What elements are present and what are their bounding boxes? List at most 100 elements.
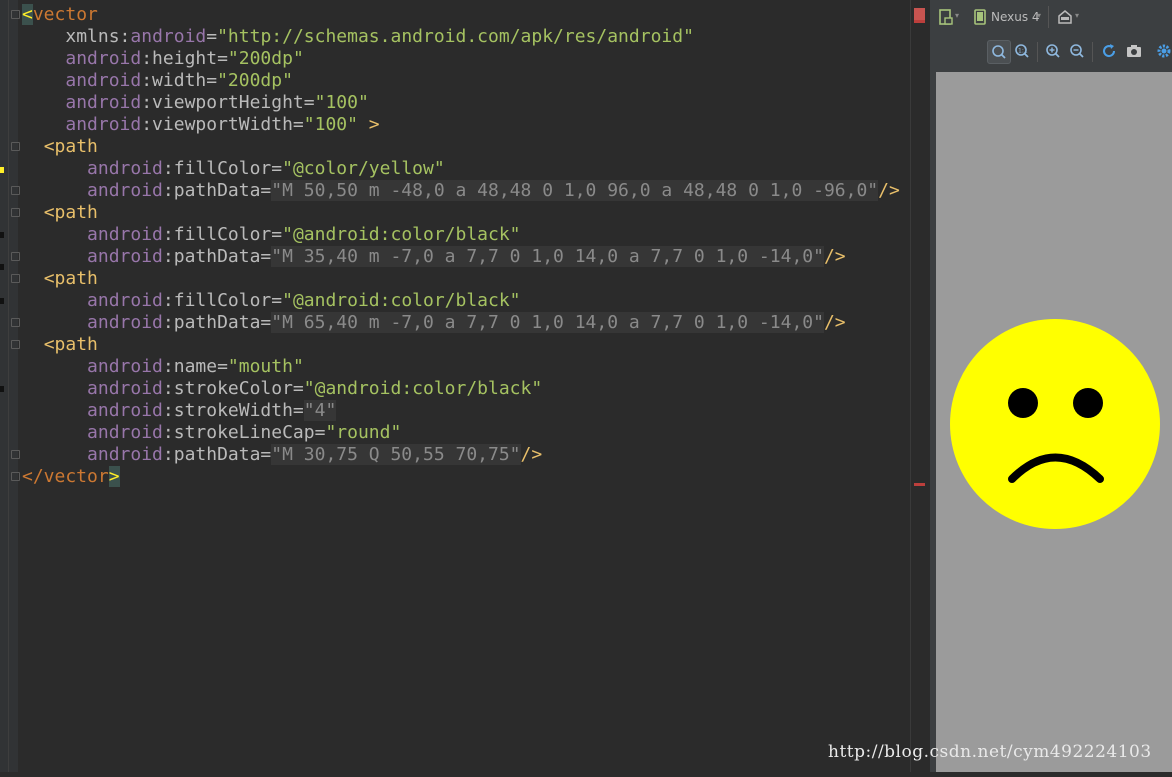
code-line[interactable]: android:fillColor="@android:color/black" — [22, 290, 900, 312]
code-line[interactable]: android:viewportHeight="100" — [22, 92, 900, 114]
settings-icon[interactable] — [1156, 43, 1172, 59]
code-token: vector — [32, 4, 98, 25]
code-line[interactable]: <path — [22, 136, 900, 158]
device-selector[interactable]: Nexus 4 — [991, 10, 1040, 24]
fold-toggle-icon[interactable] — [11, 142, 20, 151]
chevron-down-icon[interactable]: ▾ — [1037, 11, 1041, 20]
fold-toggle-icon[interactable] — [11, 186, 20, 195]
code-token: /> — [823, 312, 846, 333]
code-line[interactable]: android:fillColor="@android:color/black" — [22, 224, 900, 246]
zoom-fit-button[interactable] — [987, 40, 1011, 64]
fold-toggle-icon[interactable] — [11, 450, 20, 459]
zoom-in-icon[interactable] — [1045, 43, 1061, 59]
code-line[interactable]: android:name="mouth" — [22, 356, 900, 378]
fold-toggle-icon[interactable] — [11, 340, 20, 349]
file-icon[interactable] — [938, 9, 954, 25]
code-line[interactable]: <path — [22, 202, 900, 224]
code-token: "200dp" — [217, 70, 293, 91]
code-token: :height= — [141, 48, 228, 69]
screenshot-icon[interactable] — [1126, 43, 1142, 59]
left-eye-shape — [1008, 388, 1038, 418]
code-editor[interactable]: <vector xmlns:android="http://schemas.an… — [0, 0, 931, 772]
toolbar-divider — [1092, 42, 1093, 62]
code-token: android — [87, 356, 163, 377]
code-line[interactable]: android:pathData="M 35,40 m -7,0 a 7,7 0… — [22, 246, 900, 268]
code-token: = — [206, 26, 218, 47]
code-token: android — [87, 290, 163, 311]
fold-toggle-icon[interactable] — [11, 318, 20, 327]
code-token: :width= — [141, 70, 218, 91]
code-token: <path — [43, 136, 98, 157]
chevron-down-icon[interactable]: ▾ — [955, 11, 959, 20]
code-token: "round" — [325, 422, 402, 443]
code-line[interactable]: android:pathData="M 50,50 m -48,0 a 48,4… — [22, 180, 900, 202]
code-token: :strokeColor= — [162, 378, 304, 399]
code-token: :viewportWidth= — [141, 114, 304, 135]
code-line[interactable]: android:strokeColor="@android:color/blac… — [22, 378, 900, 400]
right-eye-shape — [1073, 388, 1103, 418]
code-token: "@android:color/black" — [282, 290, 521, 311]
error-indicator-icon[interactable] — [914, 8, 925, 20]
refresh-icon[interactable] — [1101, 43, 1117, 59]
code-token: > — [108, 466, 120, 487]
code-line[interactable]: android:width="200dp" — [22, 70, 900, 92]
vector-preview — [950, 319, 1160, 529]
fold-toggle-icon[interactable] — [11, 10, 20, 19]
error-marker[interactable] — [914, 20, 925, 23]
code-token: :name= — [162, 356, 228, 377]
fold-guide — [8, 0, 9, 772]
change-marker — [0, 264, 4, 270]
code-line[interactable]: android:height="200dp" — [22, 48, 900, 70]
code-line[interactable]: android:pathData="M 65,40 m -7,0 a 7,7 0… — [22, 312, 900, 334]
code-line[interactable]: </vector> — [22, 466, 900, 488]
code-token: android — [130, 26, 207, 47]
code-line[interactable]: android:pathData="M 30,75 Q 50,55 70,75"… — [22, 444, 900, 466]
preview-canvas[interactable] — [936, 72, 1172, 772]
code-line[interactable]: android:strokeLineCap="round" — [22, 422, 900, 444]
code-token: :viewportHeight= — [141, 92, 315, 113]
code-line[interactable]: android:viewportWidth="100" > — [22, 114, 900, 136]
code-token: :strokeLineCap= — [162, 422, 326, 443]
fold-toggle-icon[interactable] — [11, 252, 20, 261]
code-token: </vector — [22, 466, 109, 487]
code-token: "@android:color/black" — [303, 378, 543, 399]
code-token: "100" — [303, 114, 358, 135]
code-line[interactable]: android:strokeWidth="4" — [22, 400, 900, 422]
code-line[interactable]: <path — [22, 334, 900, 356]
fold-toggle-icon[interactable] — [11, 208, 20, 217]
theme-icon[interactable] — [1057, 9, 1073, 25]
zoom-out-icon[interactable] — [1069, 43, 1085, 59]
editor-scrollbar[interactable] — [910, 0, 931, 772]
code-line[interactable]: <vector — [22, 4, 900, 26]
code-token: "M 65,40 m -7,0 a 7,7 0 1,0 14,0 a 7,7 0… — [271, 312, 824, 333]
code-token: "4" — [303, 400, 337, 421]
chevron-down-icon[interactable]: ▾ — [1075, 11, 1079, 20]
code-token: > — [357, 114, 380, 135]
code-token: "@android:color/black" — [282, 224, 521, 245]
code-token: android — [87, 224, 163, 245]
fold-toggle-icon[interactable] — [11, 472, 20, 481]
code-token: "@color/yellow" — [282, 158, 445, 179]
watermark: http://blog.csdn.net/cym492224103 — [828, 742, 1152, 762]
device-icon[interactable] — [972, 9, 988, 25]
code-line[interactable]: xmlns:android="http://schemas.android.co… — [22, 26, 900, 48]
code-token: android — [87, 400, 163, 421]
toolbar-divider — [1048, 6, 1049, 28]
fold-toggle-icon[interactable] — [11, 274, 20, 283]
code-token: :pathData= — [162, 246, 272, 267]
code-line[interactable]: android:fillColor="@color/yellow" — [22, 158, 900, 180]
code-text[interactable]: <vector xmlns:android="http://schemas.an… — [22, 4, 900, 488]
zoom-fit-icon — [992, 45, 1006, 59]
code-token: "100" — [314, 92, 369, 113]
code-line[interactable]: <path — [22, 268, 900, 290]
zoom-actual-icon[interactable]: 1:1 — [1014, 43, 1030, 59]
error-marker[interactable] — [914, 483, 925, 486]
code-token: "M 35,40 m -7,0 a 7,7 0 1,0 14,0 a 7,7 0… — [271, 246, 824, 267]
